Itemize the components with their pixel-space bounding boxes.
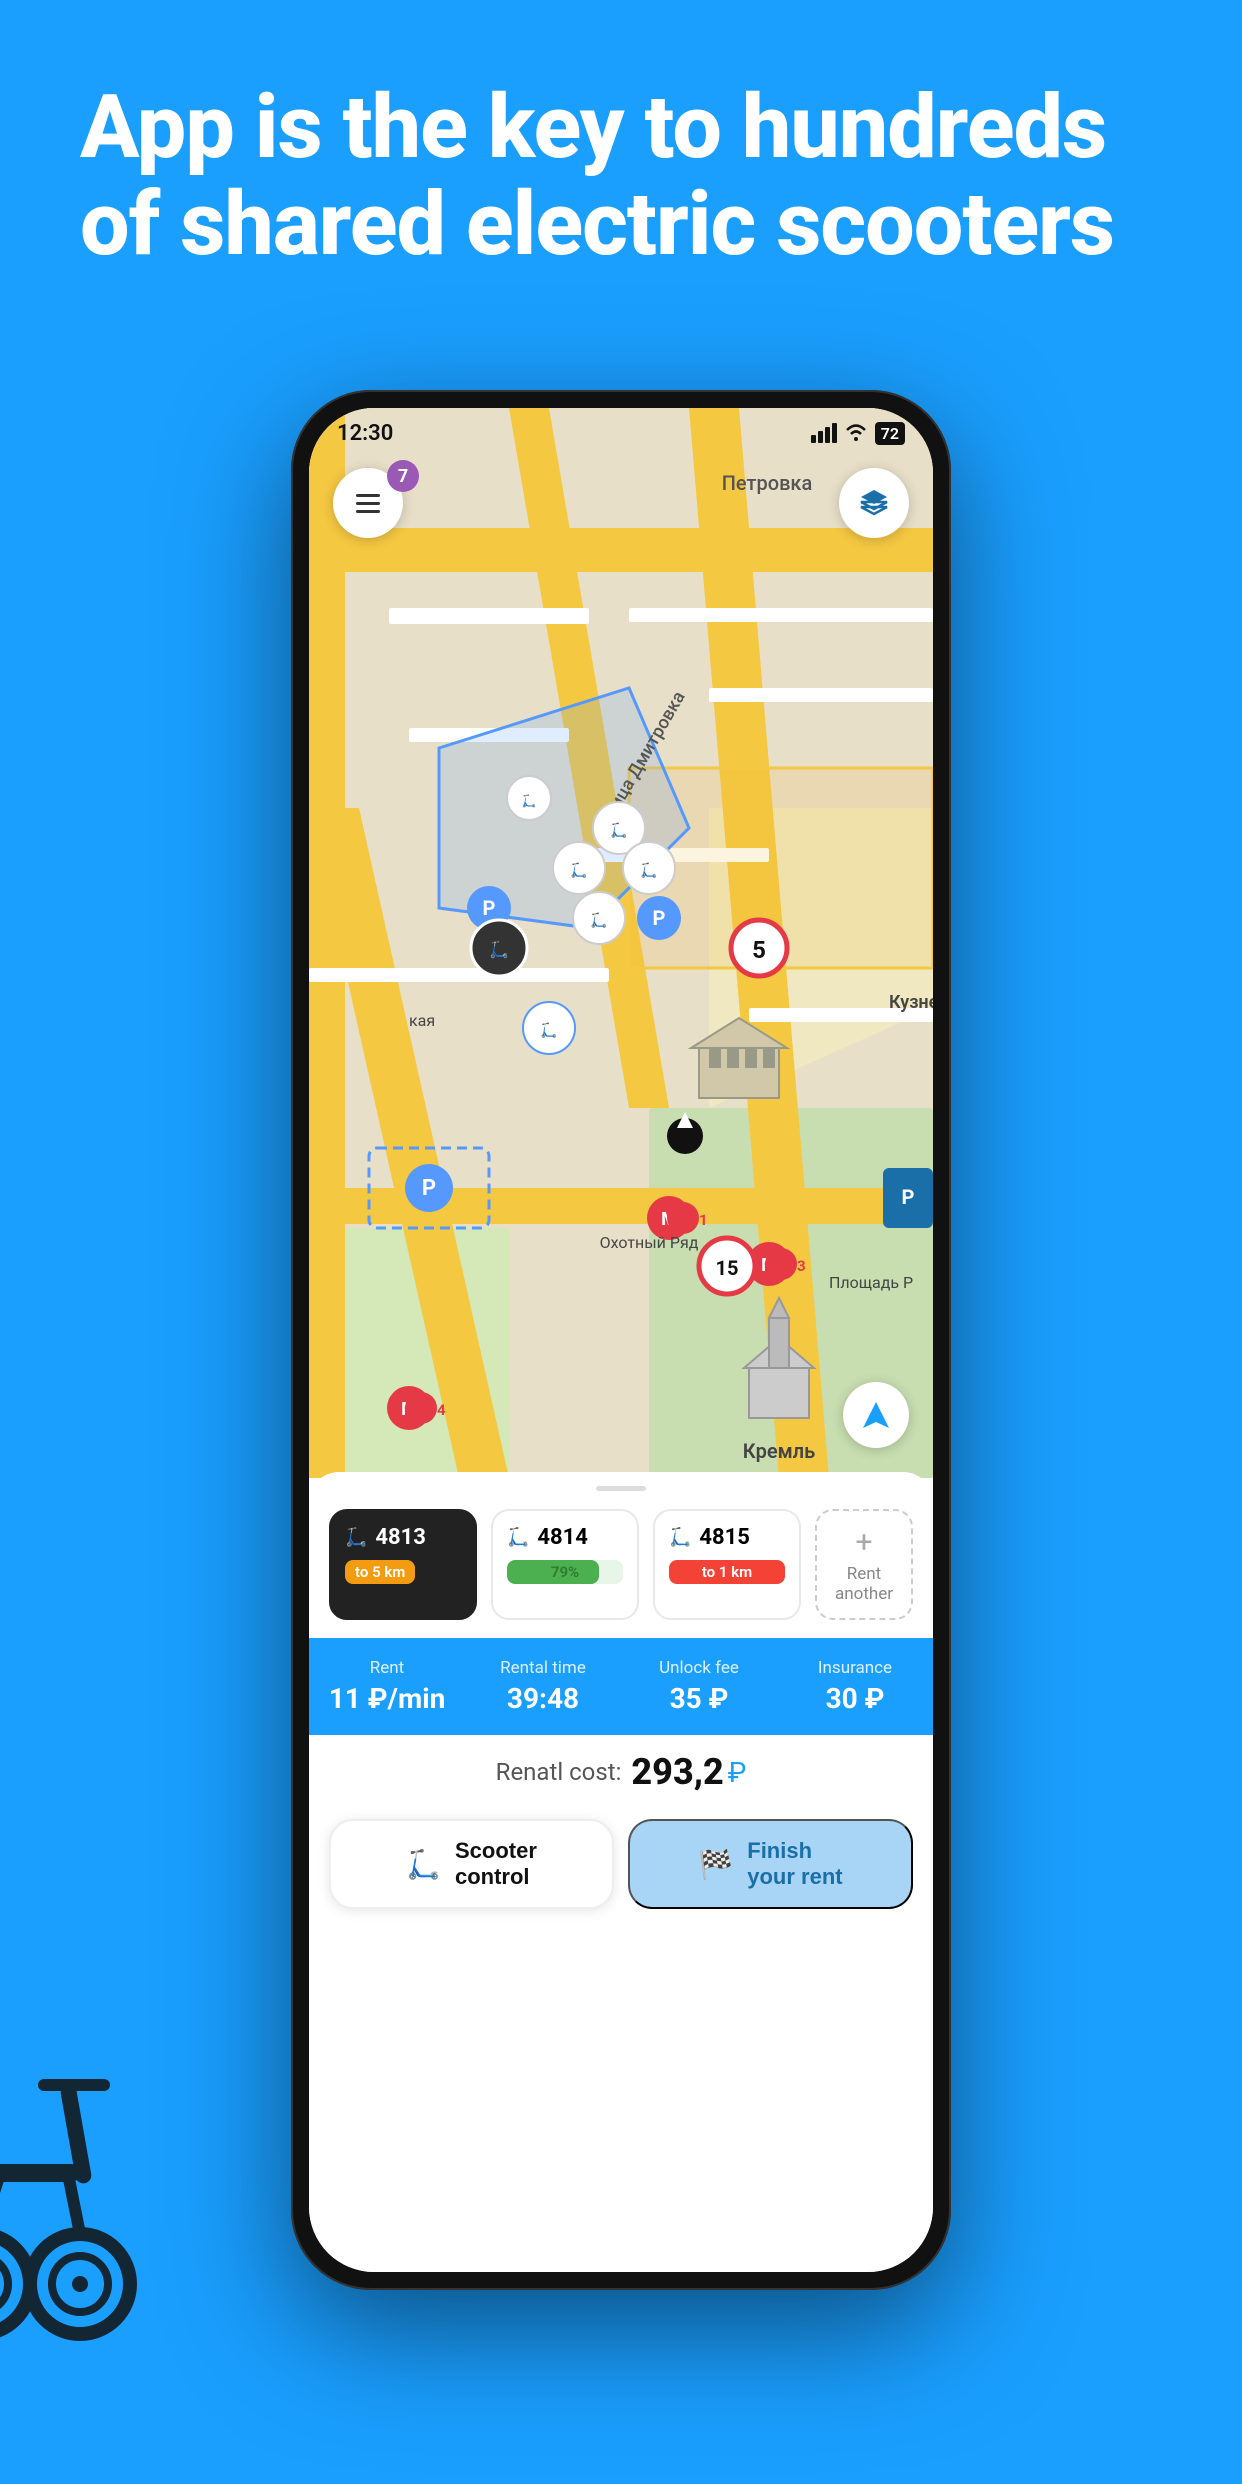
map-area: P P P P Петровка Улица Дмитровка xyxy=(309,408,933,1478)
insurance-value: 30 ₽ xyxy=(777,1682,933,1715)
phone-screen: P P P P Петровка Улица Дмитровка xyxy=(309,408,933,2272)
scooter-control-button[interactable]: 🛴 Scooter control xyxy=(329,1819,614,1909)
card-top-4813: 🛴 4813 xyxy=(345,1525,461,1550)
scooter-card-4814[interactable]: 🛴 4814 79% xyxy=(491,1509,639,1620)
rent-label: Rent xyxy=(309,1658,465,1678)
svg-text:Площадь Р: Площадь Р xyxy=(829,1273,913,1292)
svg-text:P: P xyxy=(483,896,496,920)
scooter-icon-4813: 🛴 xyxy=(345,1527,367,1548)
insurance-label: Insurance xyxy=(777,1658,933,1678)
bottom-panel: 🛴 4813 to 5 km 🛴 4814 79% xyxy=(309,1472,933,2272)
cost-currency: ₽ xyxy=(728,1756,747,1789)
notification-badge: 7 xyxy=(387,460,419,492)
svg-text:1: 1 xyxy=(699,1211,708,1229)
svg-text:15: 15 xyxy=(716,1256,739,1280)
signal-icon xyxy=(811,423,837,443)
finish-rent-line1: Finish xyxy=(747,1838,812,1864)
rent-value: 11 ₽/min xyxy=(309,1682,465,1715)
status-time: 12:30 xyxy=(337,421,393,446)
svg-text:P: P xyxy=(422,1176,436,1201)
svg-text:P: P xyxy=(902,1185,915,1209)
scooter-icon-4815: 🛴 xyxy=(669,1527,691,1548)
svg-text:🛴: 🛴 xyxy=(640,862,657,879)
card-badge-4813: to 5 km xyxy=(345,1560,415,1584)
card-number-4814: 4814 xyxy=(537,1525,588,1550)
scooter-cards-row: 🛴 4813 to 5 km 🛴 4814 79% xyxy=(309,1491,933,1620)
location-button[interactable] xyxy=(843,1382,909,1448)
phone-shell: P P P P Петровка Улица Дмитровка xyxy=(291,390,951,2290)
header-title: App is the key to hundreds of shared ele… xyxy=(80,80,1162,274)
rent-another-label: Rent another xyxy=(831,1564,897,1604)
info-time: Rental time 39:48 xyxy=(465,1658,621,1715)
cost-value: 293,2 xyxy=(631,1751,723,1793)
layers-button[interactable] xyxy=(839,468,909,538)
status-bar: 12:30 72 xyxy=(309,408,933,458)
card-number-4815: 4815 xyxy=(699,1525,750,1550)
svg-text:🛴: 🛴 xyxy=(590,912,607,929)
card-number-4813: 4813 xyxy=(375,1525,426,1550)
cost-label: Renatl cost: xyxy=(496,1758,622,1786)
svg-text:кая: кая xyxy=(409,1011,435,1030)
rent-another-card[interactable]: + Rent another xyxy=(815,1509,913,1620)
plus-icon: + xyxy=(855,1525,872,1560)
battery-indicator: 72 xyxy=(875,422,905,445)
svg-text:4: 4 xyxy=(437,1401,446,1419)
cost-row: Renatl cost: 293,2 ₽ xyxy=(309,1735,933,1809)
svg-text:🛴: 🛴 xyxy=(540,1022,557,1039)
svg-text:🛴: 🛴 xyxy=(489,940,509,959)
svg-text:Охотный Ряд: Охотный Ряд xyxy=(600,1233,699,1252)
time-label: Rental time xyxy=(465,1658,621,1678)
side-scooter-image xyxy=(0,1984,140,2364)
finish-rent-text: Finish your rent xyxy=(747,1838,842,1890)
info-rent: Rent 11 ₽/min xyxy=(309,1658,465,1715)
hamburger-icon xyxy=(356,494,380,513)
svg-text:🛴: 🛴 xyxy=(570,862,587,879)
svg-text:🛴: 🛴 xyxy=(610,822,627,839)
phone-frame: P P P P Петровка Улица Дмитровка xyxy=(291,390,951,2290)
finish-rent-button[interactable]: 🏁 Finish your rent xyxy=(628,1819,913,1909)
unlock-value: 35 ₽ xyxy=(621,1682,777,1715)
scooter-card-4815[interactable]: 🛴 4815 to 1 km xyxy=(653,1509,801,1620)
scooter-control-line2: control xyxy=(455,1864,530,1890)
svg-text:3: 3 xyxy=(797,1257,806,1275)
svg-text:🛴: 🛴 xyxy=(522,794,537,808)
layers-icon xyxy=(857,486,891,520)
finish-rent-icon: 🏁 xyxy=(698,1848,733,1881)
svg-text:5: 5 xyxy=(752,936,766,964)
status-icons: 72 xyxy=(811,422,905,445)
scooter-control-line1: Scooter xyxy=(455,1838,537,1864)
card-top-4814: 🛴 4814 xyxy=(507,1525,623,1550)
wifi-icon xyxy=(845,424,867,442)
scooter-control-text: Scooter control xyxy=(455,1838,537,1890)
finish-rent-line2: your rent xyxy=(747,1864,842,1890)
info-row: Rent 11 ₽/min Rental time 39:48 Unlock f… xyxy=(309,1638,933,1735)
card-top-4815: 🛴 4815 xyxy=(669,1525,785,1550)
info-insurance: Insurance 30 ₽ xyxy=(777,1658,933,1715)
scooter-card-4813[interactable]: 🛴 4813 to 5 km xyxy=(329,1509,477,1620)
svg-text:Кузнецки: Кузнецки xyxy=(889,992,933,1013)
card-badge-4815: to 1 km xyxy=(669,1560,785,1584)
action-buttons: 🛴 Scooter control 🏁 Finish your rent xyxy=(309,1809,933,1929)
svg-text:Кремль: Кремль xyxy=(743,1439,815,1463)
scooter-control-icon: 🛴 xyxy=(406,1848,441,1881)
scooter-icon-4814: 🛴 xyxy=(507,1527,529,1548)
svg-text:Петровка: Петровка xyxy=(722,471,813,495)
card-badge-4814: 79% xyxy=(507,1560,623,1584)
location-icon xyxy=(861,1400,891,1430)
info-unlock: Unlock fee 35 ₽ xyxy=(621,1658,777,1715)
unlock-label: Unlock fee xyxy=(621,1658,777,1678)
time-value: 39:48 xyxy=(465,1682,621,1715)
svg-text:P: P xyxy=(653,906,666,930)
